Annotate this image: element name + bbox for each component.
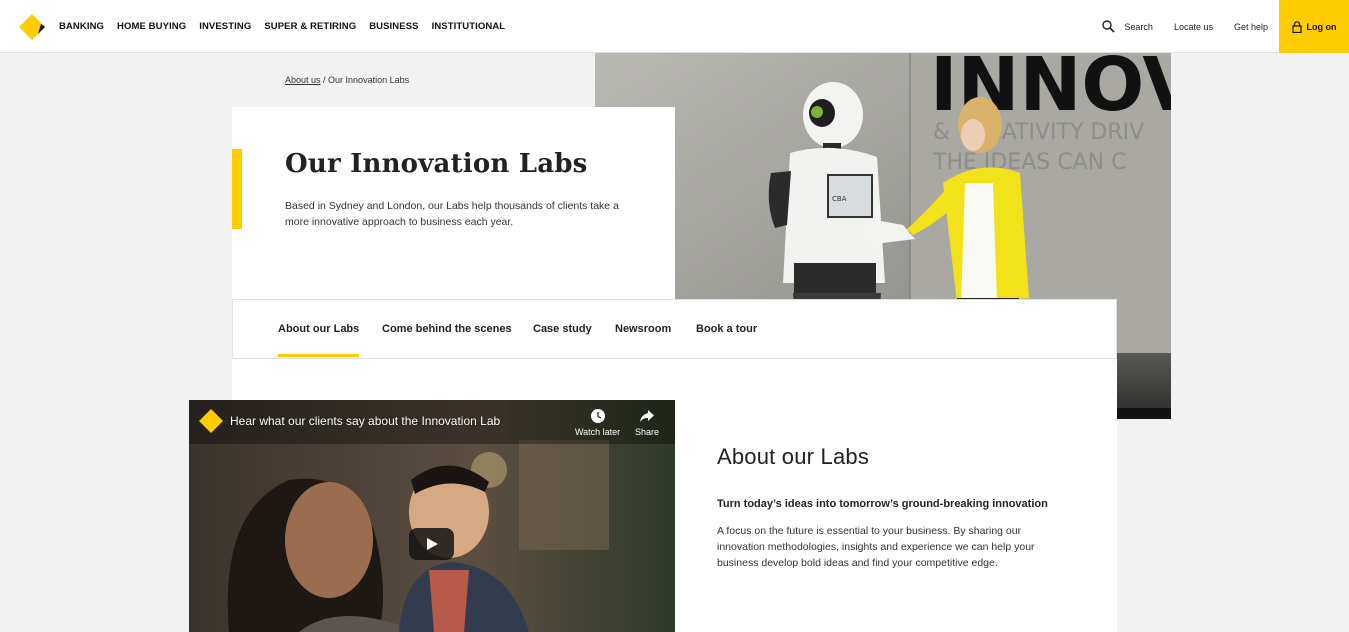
utility-nav: Search Locate us Get help: [1081, 0, 1268, 53]
share-button[interactable]: Share: [635, 408, 659, 437]
tab-case-study[interactable]: Case study: [533, 323, 592, 335]
get-help-link[interactable]: Get help: [1234, 22, 1268, 32]
search-label: Search: [1124, 21, 1153, 32]
breadcrumb-separator: /: [320, 75, 329, 85]
wall-sub2: THE IDEAS CAN C: [932, 150, 1126, 175]
about-title: About our Labs: [717, 444, 870, 469]
play-icon: [426, 538, 438, 550]
breadcrumb-about-us[interactable]: About us: [285, 75, 321, 85]
hero-accent-bar: [232, 149, 242, 229]
search-link[interactable]: Search: [1102, 20, 1153, 33]
log-on-button[interactable]: Log on: [1279, 0, 1349, 53]
search-icon: [1102, 20, 1115, 33]
nav-banking[interactable]: BANKING: [59, 21, 104, 32]
breadcrumb-current: Our Innovation Labs: [328, 75, 410, 85]
about-body: A focus on the future is essential to yo…: [717, 525, 1035, 569]
video-title[interactable]: Hear what our clients say about the Inno…: [230, 414, 500, 428]
top-navigation: BANKING HOME BUYING INVESTING SUPER & RE…: [0, 0, 1349, 53]
breadcrumb: About us / Our Innovation Labs: [285, 75, 409, 85]
hero-description: Based in Sydney and London, our Labs hel…: [285, 200, 619, 228]
tab-newsroom[interactable]: Newsroom: [615, 323, 671, 335]
video-player[interactable]: Hear what our clients say about the Inno…: [189, 400, 675, 632]
clock-icon: [590, 409, 605, 423]
watch-later-button[interactable]: Watch later: [575, 408, 620, 437]
main-nav: BANKING HOME BUYING INVESTING SUPER & RE…: [59, 0, 518, 53]
commbank-logo[interactable]: [18, 13, 46, 41]
play-button[interactable]: [409, 528, 454, 560]
nav-super-retiring[interactable]: SUPER & RETIRING: [264, 21, 356, 32]
log-on-label: Log on: [1306, 21, 1337, 32]
nav-business[interactable]: BUSINESS: [369, 21, 418, 32]
tab-about-our-labs[interactable]: About our Labs: [278, 323, 360, 357]
tab-book-a-tour[interactable]: Book a tour: [696, 323, 757, 335]
locate-us-label: Locate us: [1173, 21, 1213, 32]
page-title: Our Innovation Labs: [285, 149, 588, 179]
locate-us-link[interactable]: Locate us: [1174, 22, 1213, 32]
watch-later-label: Watch later: [575, 427, 621, 437]
nav-home-buying[interactable]: HOME BUYING: [117, 21, 186, 32]
nav-investing[interactable]: INVESTING: [199, 21, 251, 32]
tab-bar: About our Labs Come behind the scenes Ca…: [232, 299, 1117, 359]
share-icon: [640, 410, 655, 422]
tab-come-behind-the-scenes[interactable]: Come behind the scenes: [382, 323, 512, 335]
lock-icon: [1291, 20, 1302, 33]
hero-card: Our Innovation Labs Based in Sydney and …: [232, 107, 675, 299]
robot-screen-text: CBA: [832, 195, 847, 203]
share-label: Share: [635, 427, 660, 437]
about-subtitle: Turn today’s ideas into tomorrow’s groun…: [717, 498, 1048, 510]
get-help-label: Get help: [1233, 21, 1268, 32]
channel-logo-icon: [199, 409, 223, 433]
nav-institutional[interactable]: INSTITUTIONAL: [432, 21, 506, 32]
